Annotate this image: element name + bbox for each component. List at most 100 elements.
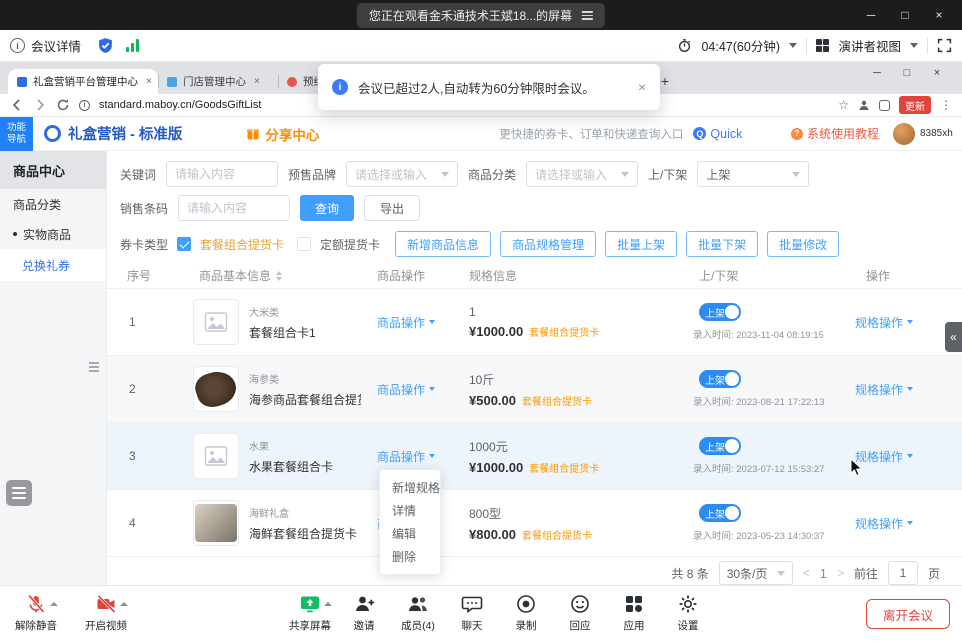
prev-page-button[interactable]: < bbox=[803, 566, 810, 580]
menu-item-add-spec[interactable]: 新增规格 bbox=[380, 476, 440, 499]
keyword-input[interactable] bbox=[166, 161, 278, 187]
spec-operation-dropdown[interactable]: 规格操作 bbox=[855, 314, 913, 331]
chevron-up-icon[interactable] bbox=[50, 602, 58, 606]
shelf-toggle[interactable]: 上架 bbox=[699, 303, 741, 321]
sidebar-item-categories[interactable]: 商品分类 bbox=[0, 189, 106, 219]
shelf-select[interactable]: 上架 bbox=[697, 161, 809, 187]
page-number[interactable]: 1 bbox=[820, 566, 827, 581]
chevron-up-icon[interactable] bbox=[324, 602, 332, 606]
checkbox-fixed-card[interactable] bbox=[297, 237, 311, 251]
export-button[interactable]: 导出 bbox=[364, 195, 420, 221]
maximize-button[interactable]: □ bbox=[888, 8, 922, 22]
chevron-down-icon bbox=[429, 320, 435, 324]
goto-page-input[interactable] bbox=[888, 561, 918, 585]
settings-button[interactable]: 设置 bbox=[664, 593, 712, 633]
invite-button[interactable]: 邀请 bbox=[340, 593, 388, 633]
spec-operation-dropdown[interactable]: 规格操作 bbox=[855, 381, 913, 398]
meeting-timer[interactable]: 04:47(60分钟) bbox=[701, 36, 780, 55]
table-row: 1 大米类 套餐组合卡1 商品操作 bbox=[107, 289, 962, 356]
refresh-icon[interactable] bbox=[56, 98, 70, 112]
product-operation-dropdown[interactable]: 商品操作 bbox=[377, 448, 435, 465]
reactions-button[interactable]: 回应 bbox=[556, 593, 604, 633]
bookmark-star-icon[interactable]: ☆ bbox=[838, 98, 849, 112]
meeting-list-button[interactable] bbox=[6, 480, 32, 506]
meeting-details-button[interactable]: 会议详情 bbox=[31, 36, 81, 55]
browser-close-button[interactable]: × bbox=[922, 67, 952, 79]
toast-close-icon[interactable]: × bbox=[638, 79, 646, 95]
add-product-button[interactable]: 新增商品信息 bbox=[395, 231, 491, 257]
browser-maximize-button[interactable]: □ bbox=[892, 67, 922, 79]
fullscreen-icon[interactable] bbox=[937, 38, 952, 53]
user-menu[interactable]: 8385xh bbox=[893, 123, 954, 145]
start-video-button[interactable]: 开启视频 bbox=[82, 593, 130, 633]
invite-icon bbox=[353, 593, 375, 615]
product-operation-dropdown[interactable]: 商品操作 bbox=[377, 314, 435, 331]
site-info-icon[interactable]: i bbox=[79, 100, 90, 111]
brand-select[interactable]: 请选择或输入 bbox=[346, 161, 458, 187]
product-operation-dropdown[interactable]: 商品操作 bbox=[377, 381, 435, 398]
tab-close-icon[interactable]: × bbox=[254, 76, 260, 87]
view-mode-selector[interactable]: 演讲者视图 bbox=[838, 36, 901, 55]
sidebar-item-physical-goods[interactable]: 实物商品 bbox=[0, 219, 106, 249]
checkbox-combo-card[interactable] bbox=[177, 237, 191, 251]
update-badge[interactable]: 更新 bbox=[899, 96, 931, 114]
sidebar-item-gift-vouchers[interactable]: 兑换礼券 bbox=[0, 249, 106, 281]
info-icon: i bbox=[10, 38, 25, 53]
col-product-info[interactable]: 商品基本信息 bbox=[179, 267, 357, 284]
menu-item-edit[interactable]: 编辑 bbox=[380, 522, 440, 545]
checkbox-fixed-label[interactable]: 定额提货卡 bbox=[320, 236, 380, 253]
sort-icon[interactable] bbox=[276, 271, 282, 281]
function-nav-button[interactable]: 功能导航 bbox=[0, 117, 33, 151]
members-button[interactable]: 成员(4) bbox=[394, 593, 442, 633]
page-size-select[interactable]: 30条/页 bbox=[719, 561, 793, 585]
chat-button[interactable]: 聊天 bbox=[448, 593, 496, 633]
sidebar-collapse-handle[interactable] bbox=[89, 362, 99, 372]
browser-tab-1[interactable]: 礼盒营销平台管理中心 × bbox=[8, 69, 158, 94]
shelf-toggle[interactable]: 上架 bbox=[699, 370, 741, 388]
barcode-input[interactable] bbox=[178, 195, 290, 221]
view-dropdown-icon[interactable] bbox=[910, 43, 918, 48]
extensions-icon[interactable] bbox=[879, 100, 890, 111]
tutorial-link[interactable]: ? 系统使用教程 bbox=[791, 125, 879, 142]
apps-button[interactable]: 应用 bbox=[610, 593, 658, 633]
url-text[interactable]: standard.maboy.cn/GoodsGiftList bbox=[99, 99, 261, 111]
browser-menu-icon[interactable]: ⋮ bbox=[940, 98, 952, 112]
pagination: 共 8 条 30条/页 < 1 > 前往 页 bbox=[671, 561, 940, 585]
category-select[interactable]: 请选择或输入 bbox=[526, 161, 638, 187]
spec-operation-dropdown[interactable]: 规格操作 bbox=[855, 448, 913, 465]
next-page-button[interactable]: > bbox=[837, 566, 844, 580]
profile-icon[interactable] bbox=[858, 99, 870, 111]
unmute-button[interactable]: 解除静音 bbox=[12, 593, 60, 633]
menu-item-details[interactable]: 详情 bbox=[380, 499, 440, 522]
batch-edit-button[interactable]: 批量修改 bbox=[767, 231, 839, 257]
avatar bbox=[893, 123, 915, 145]
batch-on-shelf-button[interactable]: 批量上架 bbox=[605, 231, 677, 257]
record-button[interactable]: 录制 bbox=[502, 593, 550, 633]
row-index: 4 bbox=[107, 516, 179, 530]
chat-icon bbox=[461, 593, 483, 615]
share-center-link[interactable]: 分享中心 bbox=[246, 124, 319, 144]
forward-icon[interactable] bbox=[33, 98, 47, 112]
chevron-up-icon[interactable] bbox=[120, 602, 128, 606]
checkbox-combo-label[interactable]: 套餐组合提货卡 bbox=[200, 236, 284, 253]
browser-minimize-button[interactable]: ─ bbox=[862, 67, 892, 79]
close-button[interactable]: × bbox=[922, 8, 956, 22]
share-screen-button[interactable]: 共享屏幕 bbox=[286, 593, 334, 633]
spec-operation-dropdown[interactable]: 规格操作 bbox=[855, 515, 913, 532]
timer-dropdown-icon[interactable] bbox=[789, 43, 797, 48]
leave-meeting-button[interactable]: 离开会议 bbox=[866, 599, 950, 629]
search-button[interactable]: 查询 bbox=[300, 195, 354, 221]
menu-item-delete[interactable]: 删除 bbox=[380, 545, 440, 568]
collapse-panel-tab[interactable]: « bbox=[945, 322, 962, 352]
browser-tab-2[interactable]: 门店管理中心 × bbox=[158, 69, 278, 94]
spec-manage-button[interactable]: 商品规格管理 bbox=[500, 231, 596, 257]
shelf-toggle[interactable]: 上架 bbox=[699, 504, 741, 522]
minimize-button[interactable]: ─ bbox=[854, 8, 888, 22]
quick-link[interactable]: Q Quick bbox=[693, 127, 742, 141]
card-type-badge: 套餐组合提货卡 bbox=[529, 460, 599, 475]
tab-close-icon[interactable]: × bbox=[146, 76, 152, 87]
back-icon[interactable] bbox=[10, 98, 24, 112]
title-menu-icon[interactable] bbox=[582, 11, 593, 20]
batch-off-shelf-button[interactable]: 批量下架 bbox=[686, 231, 758, 257]
shelf-toggle[interactable]: 上架 bbox=[699, 437, 741, 455]
